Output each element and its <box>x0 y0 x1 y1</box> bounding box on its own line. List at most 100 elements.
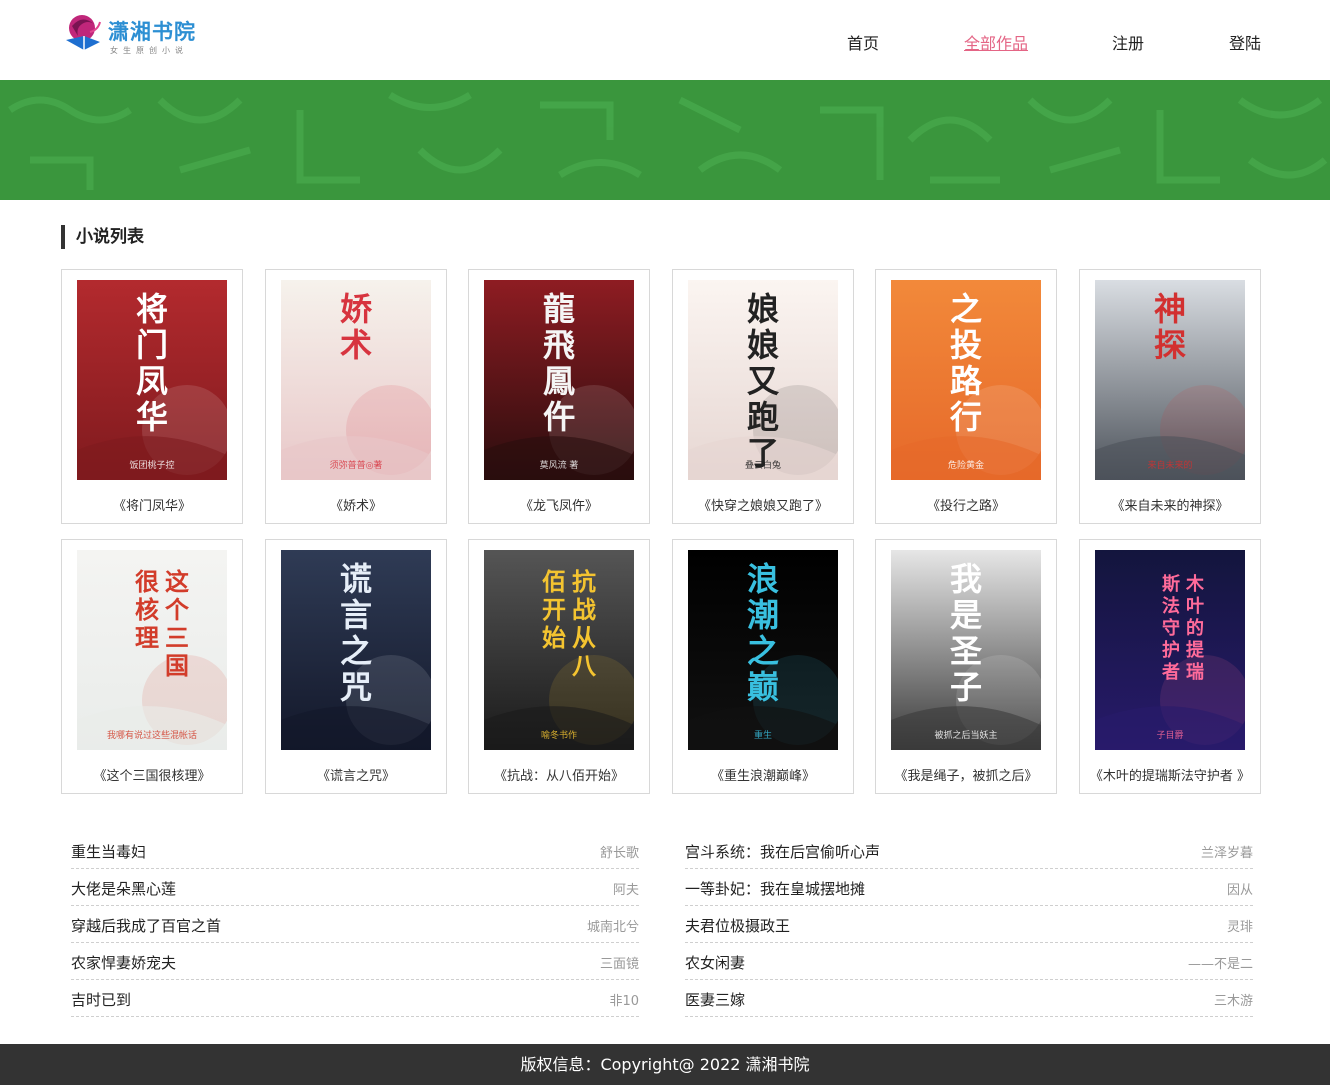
book-card[interactable]: 我是圣子被抓之后当妖主《我是绳子，被抓之后》 <box>875 539 1057 794</box>
list-item[interactable]: 夫君位极摄政王 灵琲 <box>685 906 1253 943</box>
nav-home[interactable]: 首页 <box>847 30 879 54</box>
list-item-title[interactable]: 吉时已到 <box>71 989 131 1010</box>
cover-subtitle: 莫风流 著 <box>540 459 579 471</box>
cover-glyph: 很 <box>135 567 159 596</box>
book-card[interactable]: 抗战从八 佰开始喻冬书作 《抗战：从八佰开始》 <box>468 539 650 794</box>
book-card[interactable]: 娇术须弥普普◎著《娇术》 <box>265 269 447 524</box>
book-card[interactable]: 浪潮之巅重生《重生浪潮巅峰》 <box>672 539 854 794</box>
cover-glyph: 理 <box>135 623 159 652</box>
book-title[interactable]: 《快穿之娘娘又跑了》 <box>673 495 853 514</box>
book-title[interactable]: 《这个三国很核理》 <box>62 765 242 784</box>
book-card[interactable]: 神探来自未来的《来自未来的神探》 <box>1079 269 1261 524</box>
cover-glyph: 始 <box>542 623 566 652</box>
list-item-title[interactable]: 宫斗系统：我在后宫偷听心声 <box>685 841 880 862</box>
list-item[interactable]: 大佬是朵黑心莲 阿夫 <box>71 869 639 906</box>
book-title[interactable]: 《来自未来的神探》 <box>1080 495 1260 514</box>
book-cover[interactable]: 龍飛鳳仵莫风流 著 <box>484 280 634 480</box>
novel-list-left: 重生当毒妇 舒长歌大佬是朵黑心莲 阿夫穿越后我成了百官之首 城南北兮农家悍妻娇宠夫 三面… <box>71 832 639 1017</box>
list-item-title[interactable]: 大佬是朵黑心莲 <box>71 878 176 899</box>
book-cover[interactable]: 娇术须弥普普◎著 <box>281 280 431 480</box>
book-cover[interactable]: 木叶的提瑞 斯法守护者子目爵 <box>1095 550 1245 750</box>
book-card[interactable]: 木叶的提瑞 斯法守护者子目爵 《木叶的提瑞斯法守护者 》 <box>1079 539 1261 794</box>
book-cover-image: 我是圣子被抓之后当妖主 <box>891 550 1041 750</box>
cover-subtitle: 子目爵 <box>1156 729 1183 741</box>
list-item-author: 舒长歌 <box>599 846 639 861</box>
list-item-author: 城南北兮 <box>586 920 639 935</box>
list-item-title[interactable]: 农家悍妻娇宠夫 <box>71 952 176 973</box>
book-cover-image: 龍飛鳳仵莫风流 著 <box>484 280 634 480</box>
cover-glyph: 巅 <box>747 668 779 706</box>
list-item[interactable]: 农女闲妻 ——不是二 <box>685 943 1253 980</box>
book-cover-image: 之投路行危险黄金 <box>891 280 1041 480</box>
cover-glyph: 者 <box>1161 662 1180 683</box>
book-title[interactable]: 《谎言之咒》 <box>266 765 446 784</box>
hero-banner <box>0 80 1330 200</box>
book-cover[interactable]: 这个三国 很核理我哪有说过这些混帐话 <box>77 550 227 750</box>
cover-glyph: 从 <box>572 623 596 652</box>
site-footer: 版权信息：Copyright@ 2022 潇湘书院 <box>0 1044 1330 1085</box>
cover-subtitle: 我哪有说过这些混帐话 <box>107 729 197 741</box>
cover-glyph: 娇 <box>340 290 373 328</box>
cover-glyph: 潮 <box>747 596 779 634</box>
list-item-title[interactable]: 重生当毒妇 <box>71 841 146 862</box>
book-card[interactable]: 谎言之咒《谎言之咒》 <box>265 539 447 794</box>
list-item-author: 因从 <box>1226 883 1253 898</box>
cover-glyph: 将 <box>136 290 168 328</box>
list-item[interactable]: 重生当毒妇 舒长歌 <box>71 832 639 869</box>
book-title[interactable]: 《娇术》 <box>266 495 446 514</box>
book-card[interactable]: 将门凤华饭团桃子控《将门凤华》 <box>61 269 243 524</box>
book-title[interactable]: 《龙飞凤仵》 <box>469 495 649 514</box>
book-title[interactable]: 《我是绳子，被抓之后》 <box>876 765 1056 784</box>
list-item-author: 非10 <box>609 994 639 1009</box>
book-title[interactable]: 《将门凤华》 <box>62 495 242 514</box>
book-title[interactable]: 《投行之路》 <box>876 495 1056 514</box>
nav-all-works[interactable]: 全部作品 <box>964 30 1028 54</box>
list-item[interactable]: 医妻三嫁 三木游 <box>685 980 1253 1017</box>
cover-glyph: 提 <box>1186 639 1205 661</box>
cover-glyph: 路 <box>950 362 983 400</box>
list-item[interactable]: 一等卦妃：我在皇城摆地摊 因从 <box>685 869 1253 906</box>
book-cover-image: 娘娘又跑了叠云白兔 <box>688 280 838 480</box>
list-item-author: 兰泽岁暮 <box>1200 846 1253 861</box>
book-cover-image: 这个三国 很核理我哪有说过这些混帐话 <box>77 550 227 750</box>
book-cover[interactable]: 抗战从八 佰开始喻冬书作 <box>484 550 634 750</box>
list-item[interactable]: 吉时已到 非10 <box>71 980 639 1017</box>
book-cover[interactable]: 娘娘又跑了叠云白兔 <box>688 280 838 480</box>
nav-login[interactable]: 登陆 <box>1229 30 1261 54</box>
cover-glyph: 术 <box>340 326 372 364</box>
book-cover[interactable]: 我是圣子被抓之后当妖主 <box>891 550 1041 750</box>
book-cover[interactable]: 浪潮之巅重生 <box>688 550 838 750</box>
nav-register[interactable]: 注册 <box>1112 30 1144 54</box>
cover-glyph: 护 <box>1162 639 1180 661</box>
cover-subtitle: 喻冬书作 <box>541 729 577 741</box>
book-cover[interactable]: 神探来自未来的 <box>1095 280 1245 480</box>
logo-mermaid-icon <box>66 15 101 50</box>
list-item[interactable]: 农家悍妻娇宠夫 三面镜 <box>71 943 639 980</box>
cover-glyph: 凤 <box>136 362 168 400</box>
book-card[interactable]: 之投路行危险黄金《投行之路》 <box>875 269 1057 524</box>
list-item-title[interactable]: 一等卦妃：我在皇城摆地摊 <box>685 878 865 899</box>
book-card[interactable]: 龍飛鳳仵莫风流 著《龙飞凤仵》 <box>468 269 650 524</box>
list-item[interactable]: 宫斗系统：我在后宫偷听心声 兰泽岁暮 <box>685 832 1253 869</box>
list-item[interactable]: 穿越后我成了百官之首 城南北兮 <box>71 906 639 943</box>
cover-glyph: 守 <box>1162 617 1180 639</box>
list-item-title[interactable]: 农女闲妻 <box>685 952 745 973</box>
list-item-author: 三木游 <box>1213 994 1253 1009</box>
list-item-title[interactable]: 夫君位极摄政王 <box>685 915 790 936</box>
site-logo[interactable]: 潇湘书院 女生原创小说 <box>60 10 210 60</box>
book-cover[interactable]: 之投路行危险黄金 <box>891 280 1041 480</box>
cover-glyph: 我 <box>950 560 982 598</box>
cover-glyph: 之 <box>950 290 982 328</box>
list-item-title[interactable]: 医妻三嫁 <box>685 989 745 1010</box>
cover-glyph: 跑 <box>747 398 779 436</box>
cover-glyph: 华 <box>136 398 168 436</box>
book-title[interactable]: 《木叶的提瑞斯法守护者 》 <box>1080 765 1260 784</box>
book-cover[interactable]: 将门凤华饭团桃子控 <box>77 280 227 480</box>
list-item-title[interactable]: 穿越后我成了百官之首 <box>71 915 221 936</box>
book-title[interactable]: 《抗战：从八佰开始》 <box>469 765 649 784</box>
book-title[interactable]: 《重生浪潮巅峰》 <box>673 765 853 784</box>
book-card[interactable]: 这个三国 很核理我哪有说过这些混帐话 《这个三国很核理》 <box>61 539 243 794</box>
book-card[interactable]: 娘娘又跑了叠云白兔《快穿之娘娘又跑了》 <box>672 269 854 524</box>
cover-glyph: 开 <box>542 595 566 624</box>
book-cover[interactable]: 谎言之咒 <box>281 550 431 750</box>
